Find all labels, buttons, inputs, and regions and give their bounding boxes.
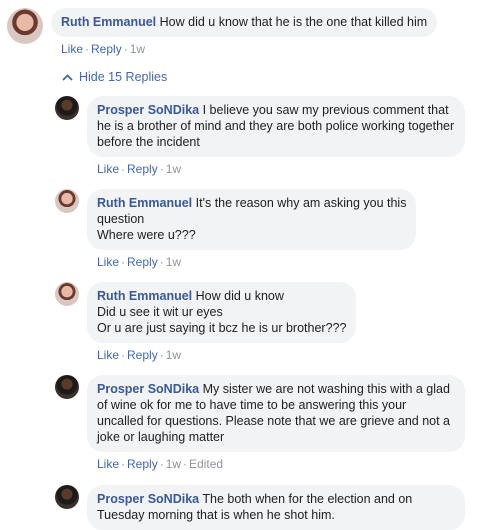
comment-text-line: It's the reason why am asking you this [195,196,407,210]
reply-comment: Prosper SoNDika I believe you saw my pre… [55,96,465,176]
comment-text-line: question [97,212,145,226]
comment-bubble: Prosper SoNDika I believe you saw my pre… [87,96,465,157]
reply-comment: Prosper SoNDika The both when for the el… [55,485,465,530]
like-button[interactable]: Like [97,457,119,471]
comment-actions: Like · Reply · 1w [97,255,182,269]
comment-bubble: Prosper SoNDika My sister we are not was… [87,375,465,452]
timestamp[interactable]: 1w [166,162,181,176]
like-button[interactable]: Like [97,348,119,362]
reply-button[interactable]: Reply [91,42,122,56]
comment-actions: Like · Reply · 1w [61,42,146,56]
avatar[interactable] [55,96,79,120]
comment-text-line: Or u are just saying it bcz he is ur bro… [97,321,347,335]
reply-comment: Prosper SoNDika My sister we are not was… [55,375,465,471]
comment-author[interactable]: Prosper SoNDika [97,103,199,117]
avatar[interactable] [7,8,43,44]
like-button[interactable]: Like [97,255,119,269]
reply-button[interactable]: Reply [127,457,158,471]
timestamp[interactable]: 1w [166,348,181,362]
comment-body: Prosper SoNDika I believe you saw my pre… [87,96,465,176]
timestamp[interactable]: 1w [166,255,181,269]
comment-actions: Like · Reply · 1w [97,348,182,362]
comment-bubble: Ruth Emmanuel How did u know that he is … [51,8,438,37]
like-button[interactable]: Like [97,162,119,176]
comment-text-line: Where were u??? [97,228,196,242]
comment-author[interactable]: Prosper SoNDika [97,382,199,396]
reply-button[interactable]: Reply [127,348,158,362]
comment-actions: Like · Reply · 1w · Edited [97,457,224,471]
reply-comment: Ruth Emmanuel How did u know Did u see i… [55,282,357,362]
comment-text: How did u know that he is the one that k… [159,15,428,29]
comment-bubble: Prosper SoNDika The both when for the el… [87,485,465,530]
avatar[interactable] [55,189,79,213]
reply-button[interactable]: Reply [127,255,158,269]
hide-replies-label: Hide 15 Replies [79,70,168,84]
avatar[interactable] [55,282,79,306]
comment-body: Prosper SoNDika The both when for the el… [87,485,465,530]
comment-author[interactable]: Ruth Emmanuel [97,196,192,210]
comment-body: Prosper SoNDika My sister we are not was… [87,375,465,471]
comment-author[interactable]: Prosper SoNDika [97,492,199,506]
comment-author[interactable]: Ruth Emmanuel [97,289,192,303]
reply-comment: Ruth Emmanuel It's the reason why am ask… [55,189,417,269]
like-button[interactable]: Like [61,42,83,56]
avatar[interactable] [55,485,79,509]
timestamp[interactable]: 1w [166,457,181,471]
comment-author[interactable]: Ruth Emmanuel [61,15,156,29]
comment-body: Ruth Emmanuel It's the reason why am ask… [87,189,417,269]
timestamp[interactable]: 1w [130,42,145,56]
edited-label[interactable]: Edited [189,457,223,471]
comment-body: Ruth Emmanuel How did u know that he is … [51,8,438,56]
avatar[interactable] [55,375,79,399]
comment-actions: Like · Reply · 1w [97,162,182,176]
hide-replies-link[interactable]: Hide 15 Replies [62,70,167,84]
comment-bubble: Ruth Emmanuel It's the reason why am ask… [87,189,417,250]
reply-button[interactable]: Reply [127,162,158,176]
comment-text-line: How did u know [195,289,284,303]
comment-text-line: Did u see it wit ur eyes [97,305,223,319]
comment-body: Ruth Emmanuel How did u know Did u see i… [87,282,357,362]
comment-bubble: Ruth Emmanuel How did u know Did u see i… [87,282,357,343]
chevron-up-icon [62,73,73,81]
top-comment: Ruth Emmanuel How did u know that he is … [7,8,438,56]
